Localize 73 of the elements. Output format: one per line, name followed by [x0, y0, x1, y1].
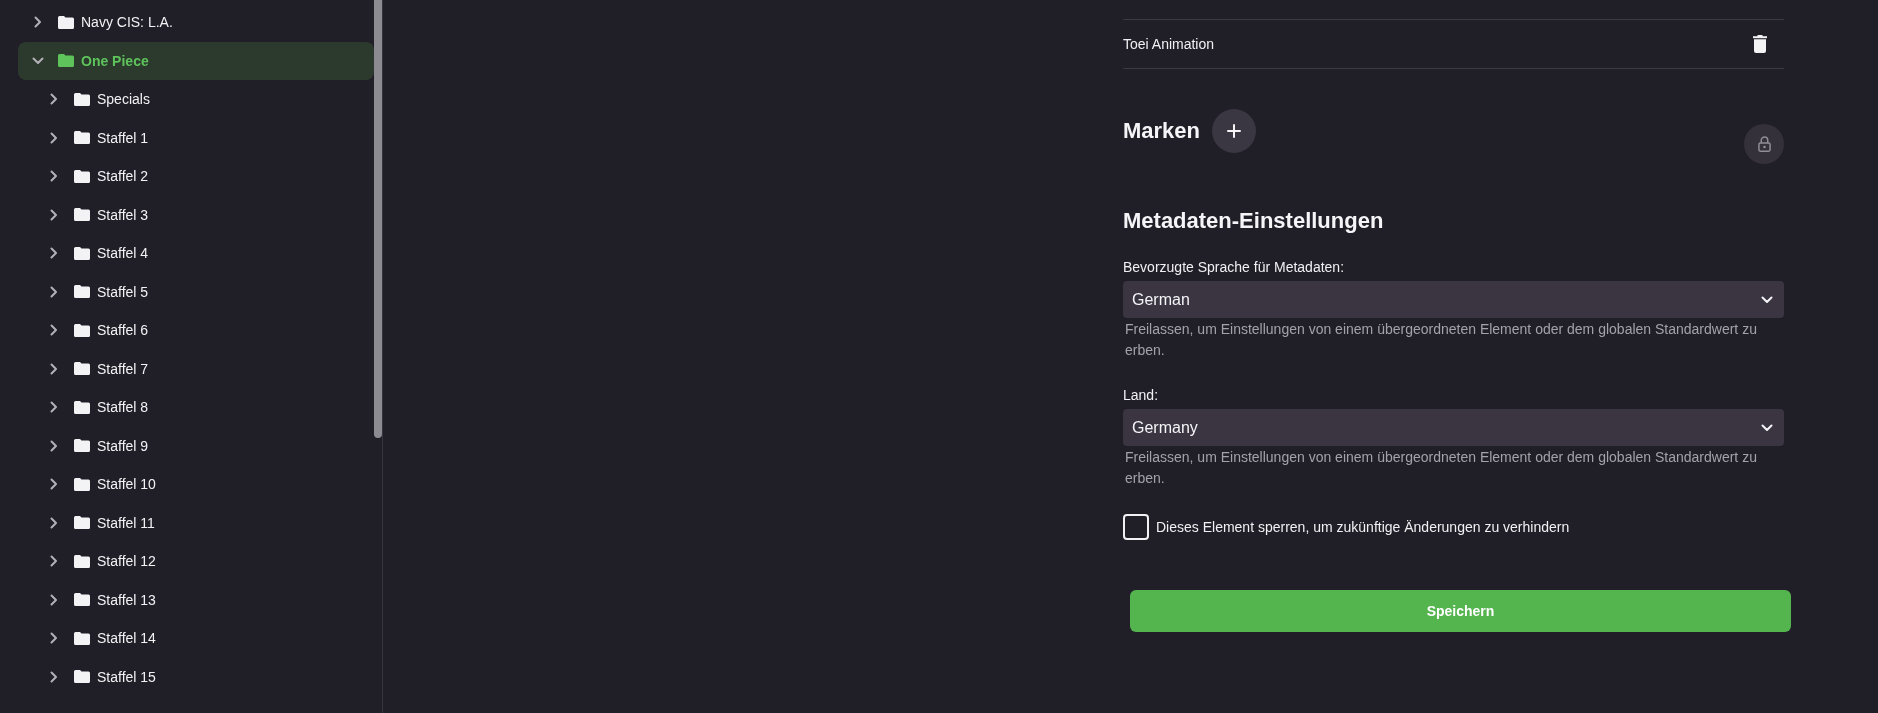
- chevron-right-icon[interactable]: [50, 208, 58, 221]
- chevron-right-icon[interactable]: [50, 131, 58, 144]
- folder-icon: [58, 15, 74, 29]
- section-title: Marken: [1123, 117, 1201, 145]
- field-label: Bevorzugte Sprache für Metadaten:: [1123, 258, 1346, 276]
- tree-item[interactable]: Staffel 2: [34, 157, 374, 196]
- tree-item[interactable]: Staffel 12: [34, 542, 374, 581]
- chevron-right-icon[interactable]: [50, 285, 58, 298]
- chevron-down-icon: [1761, 295, 1773, 304]
- checkbox[interactable]: [1123, 514, 1149, 540]
- hint-text: Freilassen, um Einstellungen von einem übergeordneten Element oder dem globalen Standardwert zu erben.: [1125, 448, 1758, 488]
- tree-item[interactable]: Staffel 9: [34, 426, 374, 465]
- folder-icon: [74, 208, 90, 222]
- folder-icon: [74, 323, 90, 337]
- chevron-right-icon[interactable]: [50, 593, 58, 606]
- tree-item[interactable]: Staffel 3: [34, 195, 374, 234]
- trash-icon[interactable]: [1753, 35, 1767, 53]
- folder-icon: [74, 285, 90, 299]
- tree-item[interactable]: Staffel 15: [34, 657, 374, 696]
- tree-item[interactable]: Navy CIS: L.A.: [18, 3, 374, 42]
- tree-item[interactable]: Staffel 5: [34, 272, 374, 311]
- chevron-right-icon[interactable]: [50, 324, 58, 337]
- add-button[interactable]: [1212, 109, 1257, 153]
- folder-icon: [74, 400, 90, 414]
- studio-name: Toei Animation: [1123, 36, 1215, 52]
- tree-item[interactable]: Staffel 10: [34, 465, 374, 504]
- plus-icon: [1227, 124, 1242, 138]
- tree-item[interactable]: Staffel 14: [34, 619, 374, 658]
- folder-icon: [74, 362, 90, 376]
- tree-item[interactable]: Staffel 13: [34, 580, 374, 619]
- chevron-right-icon[interactable]: [50, 555, 58, 568]
- folder-icon: [74, 554, 90, 568]
- chevron-right-icon[interactable]: [50, 93, 58, 106]
- section-title: Metadaten-Einstellungen: [1123, 207, 1385, 235]
- chevron-down-icon[interactable]: [32, 56, 44, 65]
- select-field[interactable]: German: [1123, 281, 1784, 318]
- chevron-right-icon[interactable]: [50, 170, 58, 183]
- scrollbar-thumb[interactable]: [374, 0, 382, 438]
- folder-icon: [74, 670, 90, 684]
- chevron-right-icon[interactable]: [50, 362, 58, 375]
- folder-icon: [74, 246, 90, 260]
- chevron-right-icon[interactable]: [50, 439, 58, 452]
- folder-icon: [74, 516, 90, 530]
- folder-icon: [74, 439, 90, 453]
- tree-item[interactable]: Staffel 6: [34, 311, 374, 350]
- field-label: Land:: [1123, 386, 1160, 404]
- lock-icon: [1757, 136, 1771, 152]
- tree-item[interactable]: Staffel 1: [34, 118, 374, 157]
- folder-icon: [74, 477, 90, 491]
- chevron-right-icon[interactable]: [50, 670, 58, 683]
- chevron-down-icon: [1761, 423, 1773, 432]
- chevron-right-icon[interactable]: [34, 16, 42, 29]
- folder-icon: [74, 169, 90, 183]
- folder-icon: [74, 92, 90, 106]
- tree-item[interactable]: Staffel 4: [34, 234, 374, 273]
- chevron-right-icon[interactable]: [50, 516, 58, 529]
- select-field[interactable]: Germany: [1123, 409, 1784, 446]
- checkbox-label: Dieses Element sperren, um zukünftige Änderungen zu verhindern: [1156, 519, 1570, 535]
- tree-item[interactable]: Staffel 7: [34, 349, 374, 388]
- folder-icon: [74, 631, 90, 645]
- chevron-right-icon[interactable]: [50, 478, 58, 491]
- folder-icon: [74, 593, 90, 607]
- chevron-right-icon[interactable]: [50, 401, 58, 414]
- lock-button[interactable]: [1744, 124, 1784, 164]
- tree-item[interactable]: Staffel 8: [34, 388, 374, 427]
- chevron-right-icon[interactable]: [50, 632, 58, 645]
- tree-item[interactable]: One Piece: [18, 41, 374, 80]
- hint-text: Freilassen, um Einstellungen von einem übergeordneten Element oder dem globalen Standardwert zu erben.: [1125, 320, 1758, 360]
- folder-icon: [58, 54, 74, 68]
- folder-icon: [74, 131, 90, 145]
- tree-item[interactable]: Specials: [34, 80, 374, 119]
- chevron-right-icon[interactable]: [50, 247, 58, 260]
- tree-item[interactable]: Staffel 11: [34, 503, 374, 542]
